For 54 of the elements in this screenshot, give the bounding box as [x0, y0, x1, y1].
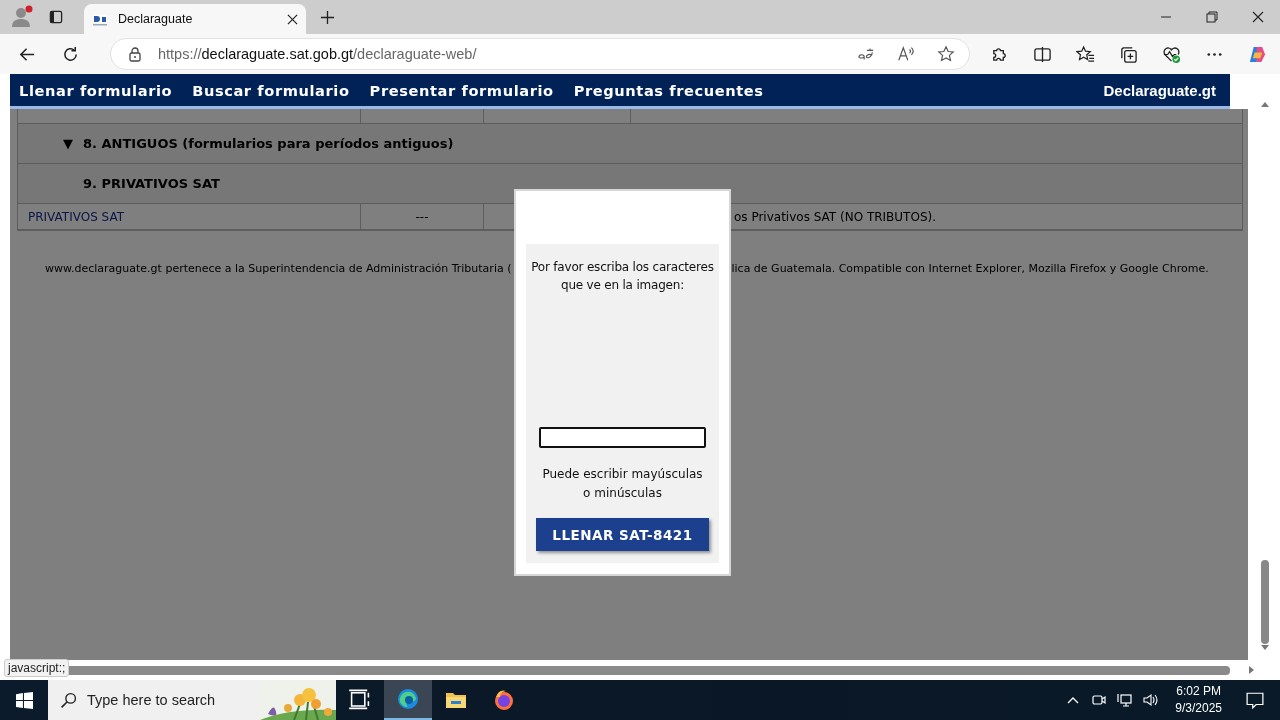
- favorites-icon[interactable]: [1076, 44, 1095, 64]
- status-url-tooltip: javascript:;: [4, 659, 70, 677]
- clock-time: 6:02 PM: [1176, 683, 1221, 700]
- read-aloud-icon[interactable]: [897, 45, 915, 63]
- tab-actions-icon[interactable]: [48, 9, 64, 25]
- scroll-thumb[interactable]: [1261, 560, 1269, 644]
- split-screen-icon[interactable]: [1033, 44, 1052, 64]
- browser-tab[interactable]: Declaraguate: [84, 4, 306, 34]
- volume-icon[interactable]: [1143, 692, 1160, 708]
- firefox-icon: [492, 688, 516, 712]
- close-tab-icon[interactable]: [287, 13, 298, 25]
- nav-link[interactable]: Llenar formulario: [19, 81, 173, 99]
- windows-icon: [15, 691, 33, 709]
- captcha-input-field[interactable]: [539, 427, 706, 448]
- restore-icon[interactable]: [1206, 11, 1218, 23]
- taskbar-search-field[interactable]: Type here to search: [48, 680, 336, 720]
- favorite-star-icon[interactable]: [937, 45, 955, 63]
- scroll-right-icon[interactable]: [1248, 665, 1256, 675]
- collections-icon[interactable]: [1119, 44, 1138, 64]
- expand-marker[interactable]: ▼: [18, 136, 83, 151]
- footer-text: lica de Guatemala. Compatible con Internet Explorer, Mozilla Firefox y Google Chrome.: [731, 262, 1209, 275]
- camera-icon[interactable]: [1091, 692, 1108, 708]
- url-text[interactable]: https://declaraguate.sat.gob.gt/declaraguate-web/: [158, 46, 477, 62]
- copilot-icon[interactable]: [1248, 44, 1267, 64]
- section-title: 8. ANTIGUOS (formularios para períodos antiguos): [83, 136, 454, 151]
- nav-link[interactable]: Buscar formulario: [192, 81, 350, 99]
- table-cell-text: os Privativos SAT (NO TRIBUTOS).: [733, 209, 936, 224]
- section-row[interactable]: 9. PRIVATIVOS SAT: [18, 164, 1242, 204]
- site-brand[interactable]: Declaraguate.gt: [1103, 81, 1216, 99]
- network-icon[interactable]: [1117, 692, 1134, 708]
- footer-text: www.declaraguate.gt pertenece a la Superintendencia de Administración Tributaria (: [45, 262, 512, 275]
- lock-icon[interactable]: [127, 46, 143, 62]
- section-row[interactable]: ▼ 8. ANTIGUOS (formularios para períodos antiguos): [18, 124, 1242, 164]
- clock-date: 9/3/2025: [1175, 700, 1222, 717]
- nav-link[interactable]: Presentar formulario: [369, 81, 554, 99]
- section-title: 9. PRIVATIVOS SAT: [83, 176, 220, 191]
- notifications-icon[interactable]: [1246, 691, 1264, 709]
- captcha-prompt: Por favor escriba los caracteres que ve en la imagen:: [530, 259, 715, 294]
- edge-browser-icon: [396, 687, 420, 711]
- captcha-hint: Puede escribir mayúsculas o minúsculas: [541, 466, 704, 502]
- refresh-icon[interactable]: [61, 44, 80, 64]
- form-link[interactable]: PRIVATIVOS SAT: [28, 209, 125, 224]
- new-tab-icon[interactable]: [320, 9, 335, 25]
- health-icon[interactable]: [1162, 44, 1181, 64]
- close-icon[interactable]: [1252, 11, 1264, 23]
- clock[interactable]: 6:02 PM 9/3/2025: [1175, 683, 1222, 717]
- fill-form-button[interactable]: LLENAR SAT-8421: [536, 518, 709, 551]
- search-icon: [60, 691, 77, 709]
- nav-link[interactable]: Preguntas frecuentes: [573, 81, 764, 99]
- profile-icon[interactable]: [10, 5, 34, 29]
- taskview-icon: [348, 688, 372, 712]
- address-bar[interactable]: https://declaraguate.sat.gob.gt/declaraguate-web/: [110, 38, 970, 70]
- table-cell-text: ---: [415, 209, 429, 224]
- scroll-up-icon[interactable]: [1260, 100, 1270, 108]
